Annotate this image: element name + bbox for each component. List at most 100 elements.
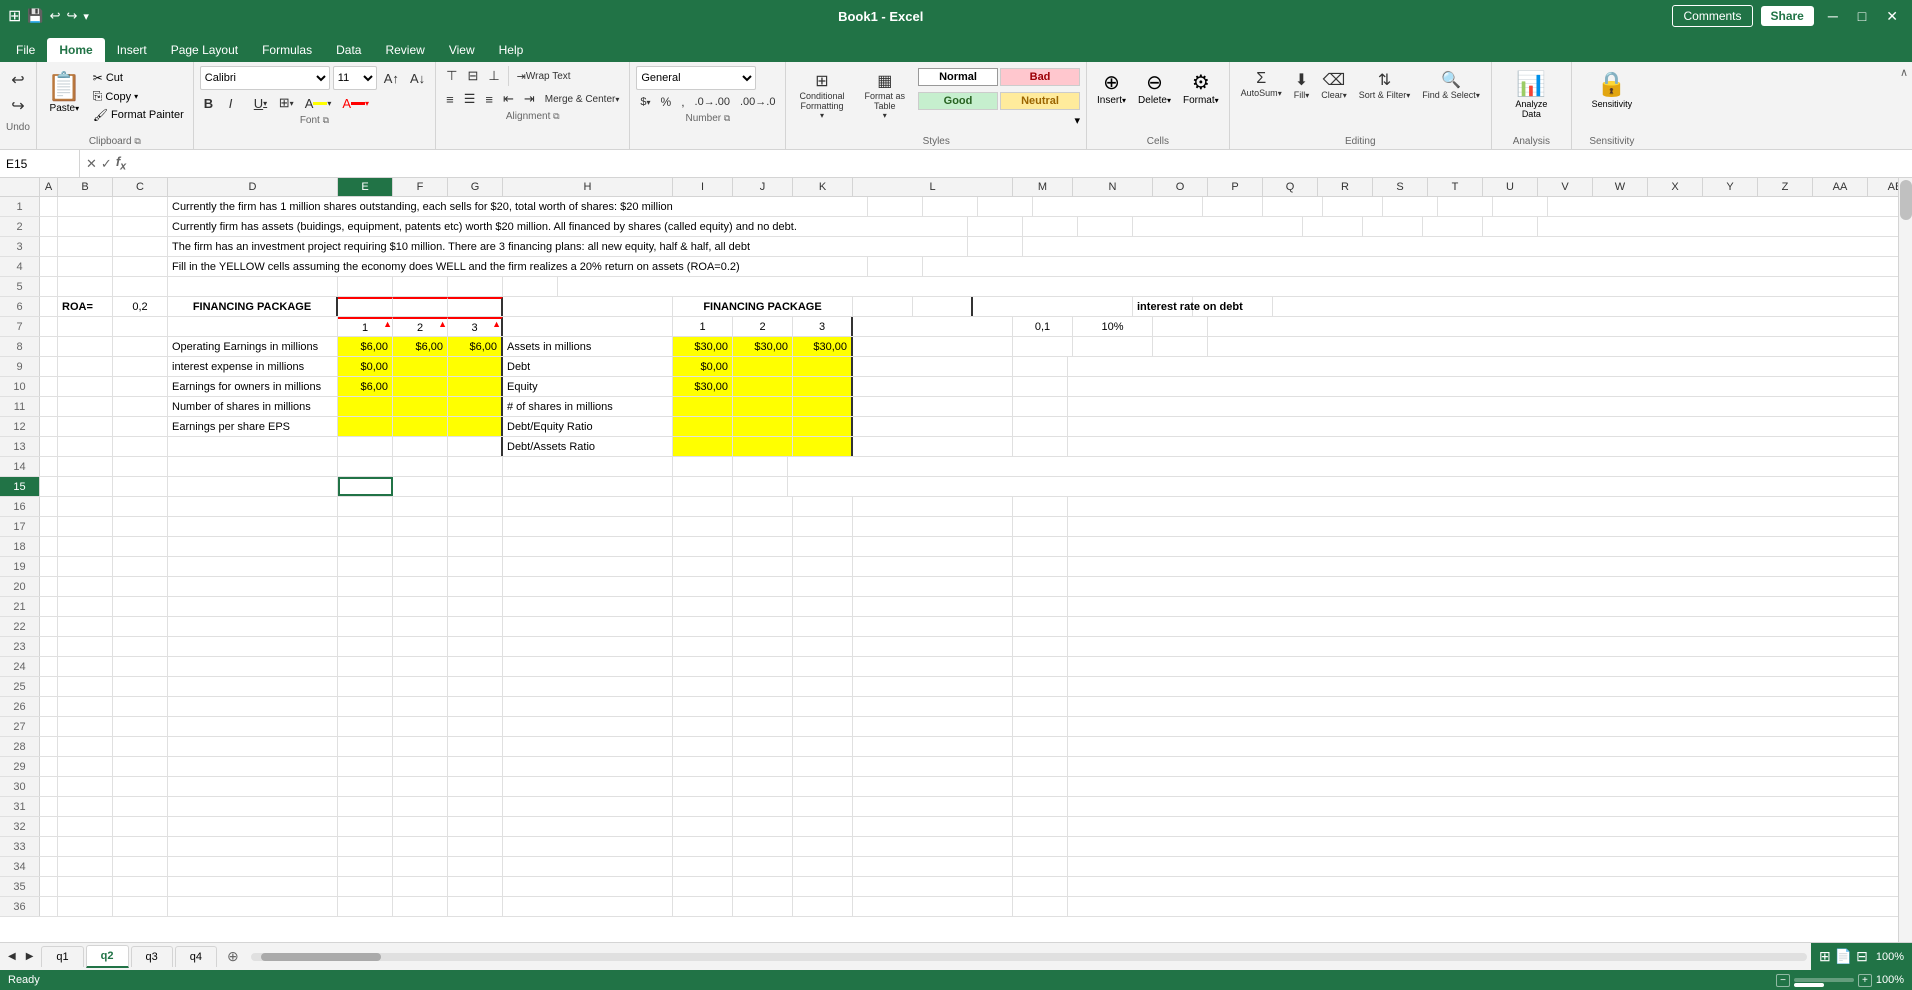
- cell-F36[interactable]: [393, 897, 448, 916]
- cell-C3[interactable]: [113, 237, 168, 256]
- cell-F7[interactable]: ▲2: [393, 317, 448, 336]
- cell-D33[interactable]: [168, 837, 338, 856]
- cell-O13[interactable]: [1013, 437, 1068, 456]
- cell-C27[interactable]: [113, 717, 168, 736]
- cell-D21[interactable]: [168, 597, 338, 616]
- cell-D9[interactable]: interest expense in millions: [168, 357, 338, 376]
- cell-F1[interactable]: [923, 197, 978, 216]
- cell-M31[interactable]: [1013, 797, 1068, 816]
- cell-K18[interactable]: [793, 537, 853, 556]
- cell-N7[interactable]: 10%: [1073, 317, 1153, 336]
- horizontal-scrollbar-thumb[interactable]: [261, 953, 381, 961]
- cell-C12[interactable]: [113, 417, 168, 436]
- row-number-11[interactable]: 11: [0, 397, 40, 416]
- align-middle-button[interactable]: ⊟: [463, 66, 482, 86]
- sheet-tab-q3[interactable]: q3: [131, 946, 173, 967]
- format-button[interactable]: ⚙ Format ▾: [1179, 66, 1223, 134]
- cell-A20[interactable]: [40, 577, 58, 596]
- row-number-13[interactable]: 13: [0, 437, 40, 456]
- cell-I21[interactable]: [673, 597, 733, 616]
- row-number-26[interactable]: 26: [0, 697, 40, 716]
- cell-L22[interactable]: [853, 617, 1013, 636]
- col-header-M[interactable]: M: [1013, 178, 1073, 196]
- cell-C15[interactable]: [113, 477, 168, 496]
- cell-F10[interactable]: [393, 377, 448, 396]
- cell-H1[interactable]: [1033, 197, 1203, 216]
- cell-F16[interactable]: [393, 497, 448, 516]
- cell-L1[interactable]: [1383, 197, 1438, 216]
- cell-C4[interactable]: [113, 257, 168, 276]
- col-header-Z[interactable]: Z: [1758, 178, 1813, 196]
- cell-H20[interactable]: [503, 577, 673, 596]
- cell-H16[interactable]: [503, 497, 673, 516]
- cell-H11[interactable]: # of shares in millions: [503, 397, 673, 416]
- col-header-U[interactable]: U: [1483, 178, 1538, 196]
- col-header-R[interactable]: R: [1318, 178, 1373, 196]
- cell-D13[interactable]: [168, 437, 338, 456]
- cell-C1[interactable]: [113, 197, 168, 216]
- cell-H13[interactable]: Debt/Assets Ratio: [503, 437, 673, 456]
- cell-C13[interactable]: [113, 437, 168, 456]
- cell-J26[interactable]: [733, 697, 793, 716]
- cell-J35[interactable]: [733, 877, 793, 896]
- cell-B3[interactable]: [58, 237, 113, 256]
- cell-B28[interactable]: [58, 737, 113, 756]
- cell-E25[interactable]: [338, 677, 393, 696]
- cell-J18[interactable]: [733, 537, 793, 556]
- cell-D19[interactable]: [168, 557, 338, 576]
- formula-input[interactable]: [132, 157, 1912, 171]
- cell-A18[interactable]: [40, 537, 58, 556]
- cell-K10[interactable]: [793, 377, 853, 396]
- cell-E28[interactable]: [338, 737, 393, 756]
- tab-file[interactable]: File: [4, 38, 47, 62]
- cell-J16[interactable]: [733, 497, 793, 516]
- cell-F26[interactable]: [393, 697, 448, 716]
- row-number-29[interactable]: 29: [0, 757, 40, 776]
- cell-O10[interactable]: [1013, 377, 1068, 396]
- row-number-6[interactable]: 6: [0, 297, 40, 316]
- cell-C23[interactable]: [113, 637, 168, 656]
- cell-B7[interactable]: [58, 317, 113, 336]
- sheet-tab-q1[interactable]: q1: [41, 946, 83, 967]
- cell-B30[interactable]: [58, 777, 113, 796]
- cell-H30[interactable]: [503, 777, 673, 796]
- cell-K24[interactable]: [793, 657, 853, 676]
- cell-A19[interactable]: [40, 557, 58, 576]
- quick-access-customize[interactable]: ▾: [83, 10, 89, 23]
- cell-E15[interactable]: [338, 477, 393, 496]
- cell-I9[interactable]: $0,00: [673, 357, 733, 376]
- cell-B31[interactable]: [58, 797, 113, 816]
- cell-C31[interactable]: [113, 797, 168, 816]
- cell-H21[interactable]: [503, 597, 673, 616]
- cell-C26[interactable]: [113, 697, 168, 716]
- cell-J7[interactable]: 2: [733, 317, 793, 336]
- cell-M17[interactable]: [1013, 517, 1068, 536]
- cell-K22[interactable]: [793, 617, 853, 636]
- col-header-E[interactable]: E: [338, 178, 393, 196]
- cell-J23[interactable]: [733, 637, 793, 656]
- cell-B4[interactable]: [58, 257, 113, 276]
- cell-C8[interactable]: [113, 337, 168, 356]
- cell-C25[interactable]: [113, 677, 168, 696]
- cell-H24[interactable]: [503, 657, 673, 676]
- cell-G23[interactable]: [448, 637, 503, 656]
- col-header-D[interactable]: D: [168, 178, 338, 196]
- cell-G21[interactable]: [448, 597, 503, 616]
- cell-I1[interactable]: [1203, 197, 1263, 216]
- cell-J25[interactable]: [733, 677, 793, 696]
- cell-G29[interactable]: [448, 757, 503, 776]
- cell-B15[interactable]: [58, 477, 113, 496]
- cell-B16[interactable]: [58, 497, 113, 516]
- cell-I18[interactable]: [673, 537, 733, 556]
- col-header-H[interactable]: H: [503, 178, 673, 196]
- cell-K8[interactable]: $30,00: [793, 337, 853, 356]
- cell-O15[interactable]: [733, 477, 788, 496]
- cell-G15[interactable]: [448, 477, 503, 496]
- cell-J28[interactable]: [733, 737, 793, 756]
- cell-H12[interactable]: Debt/Equity Ratio: [503, 417, 673, 436]
- row-number-36[interactable]: 36: [0, 897, 40, 916]
- cell-D8[interactable]: Operating Earnings in millions: [168, 337, 338, 356]
- cell-I13[interactable]: [673, 437, 733, 456]
- cell-D15[interactable]: [168, 477, 338, 496]
- cell-E18[interactable]: [338, 537, 393, 556]
